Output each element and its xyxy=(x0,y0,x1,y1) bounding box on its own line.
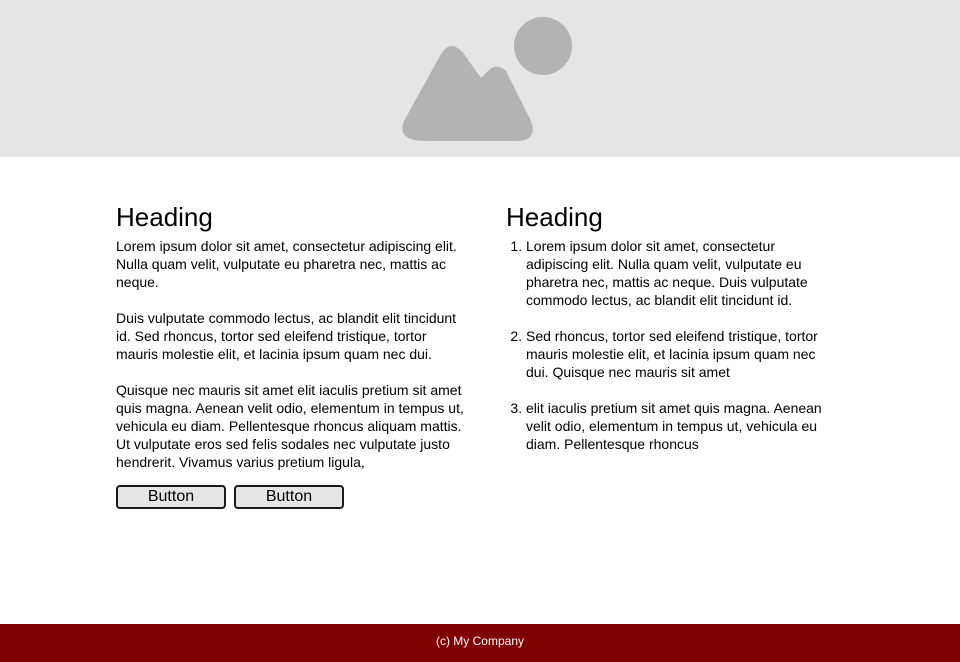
left-heading: Heading xyxy=(116,202,213,232)
list-item: Lorem ipsum dolor sit amet, consectetur … xyxy=(526,237,826,309)
button-1[interactable]: Button xyxy=(116,485,226,509)
left-paragraph-2: Duis vulputate commodo lectus, ac blandi… xyxy=(116,310,457,362)
footer: (c) My Company xyxy=(0,624,960,662)
button-group: Button Button xyxy=(116,485,466,509)
main-content: Heading Lorem ipsum dolor sit amet, cons… xyxy=(0,157,960,624)
list-item: Sed rhoncus, tortor sed eleifend tristiq… xyxy=(526,327,826,381)
list-item: elit iaculis pretium sit amet quis magna… xyxy=(526,399,826,453)
landscape-image-icon xyxy=(402,17,572,141)
button-2[interactable]: Button xyxy=(234,485,344,509)
right-column: Heading Lorem ipsum dolor sit amet, cons… xyxy=(506,201,826,453)
footer-copyright: (c) My Company xyxy=(435,634,524,648)
hero-banner xyxy=(0,0,960,157)
left-paragraph-1: Lorem ipsum dolor sit amet, consectetur … xyxy=(116,238,457,290)
numbered-list: Lorem ipsum dolor sit amet, consectetur … xyxy=(506,237,826,453)
left-column: Heading Lorem ipsum dolor sit amet, cons… xyxy=(116,201,466,509)
right-heading: Heading xyxy=(506,202,603,232)
left-paragraph-3: Quisque nec mauris sit amet elit iaculis… xyxy=(116,382,464,470)
